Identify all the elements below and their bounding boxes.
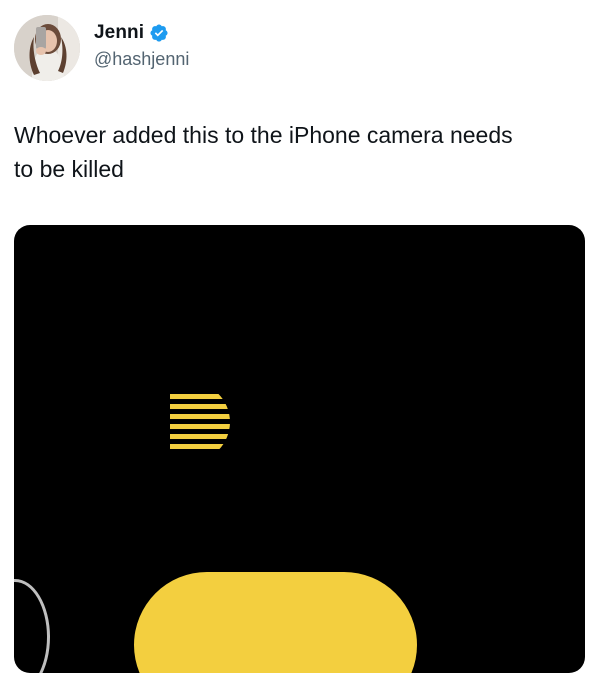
name-row: Jenni bbox=[94, 21, 189, 45]
tweet-text-line: to be killed bbox=[14, 156, 124, 182]
tweet-text: Whoever added this to the iPhone camera … bbox=[14, 118, 584, 186]
shutter-ring bbox=[14, 579, 50, 673]
user-info: Jenni @hashjenni bbox=[94, 21, 189, 70]
timer-label: 2s bbox=[264, 386, 332, 458]
timer-icon bbox=[150, 382, 230, 462]
avatar[interactable] bbox=[14, 15, 80, 81]
display-name[interactable]: Jenni bbox=[94, 22, 144, 44]
tweet-text-line: Whoever added this to the iPhone camera … bbox=[14, 122, 513, 148]
user-handle[interactable]: @hashjenni bbox=[94, 49, 189, 70]
avatar-image bbox=[14, 15, 80, 81]
verified-badge-icon bbox=[149, 23, 169, 43]
tweet: Jenni @hashjenni Whoever added this to t… bbox=[0, 0, 599, 695]
tweet-header: Jenni @hashjenni bbox=[14, 14, 189, 82]
timer-pill bbox=[134, 572, 417, 673]
